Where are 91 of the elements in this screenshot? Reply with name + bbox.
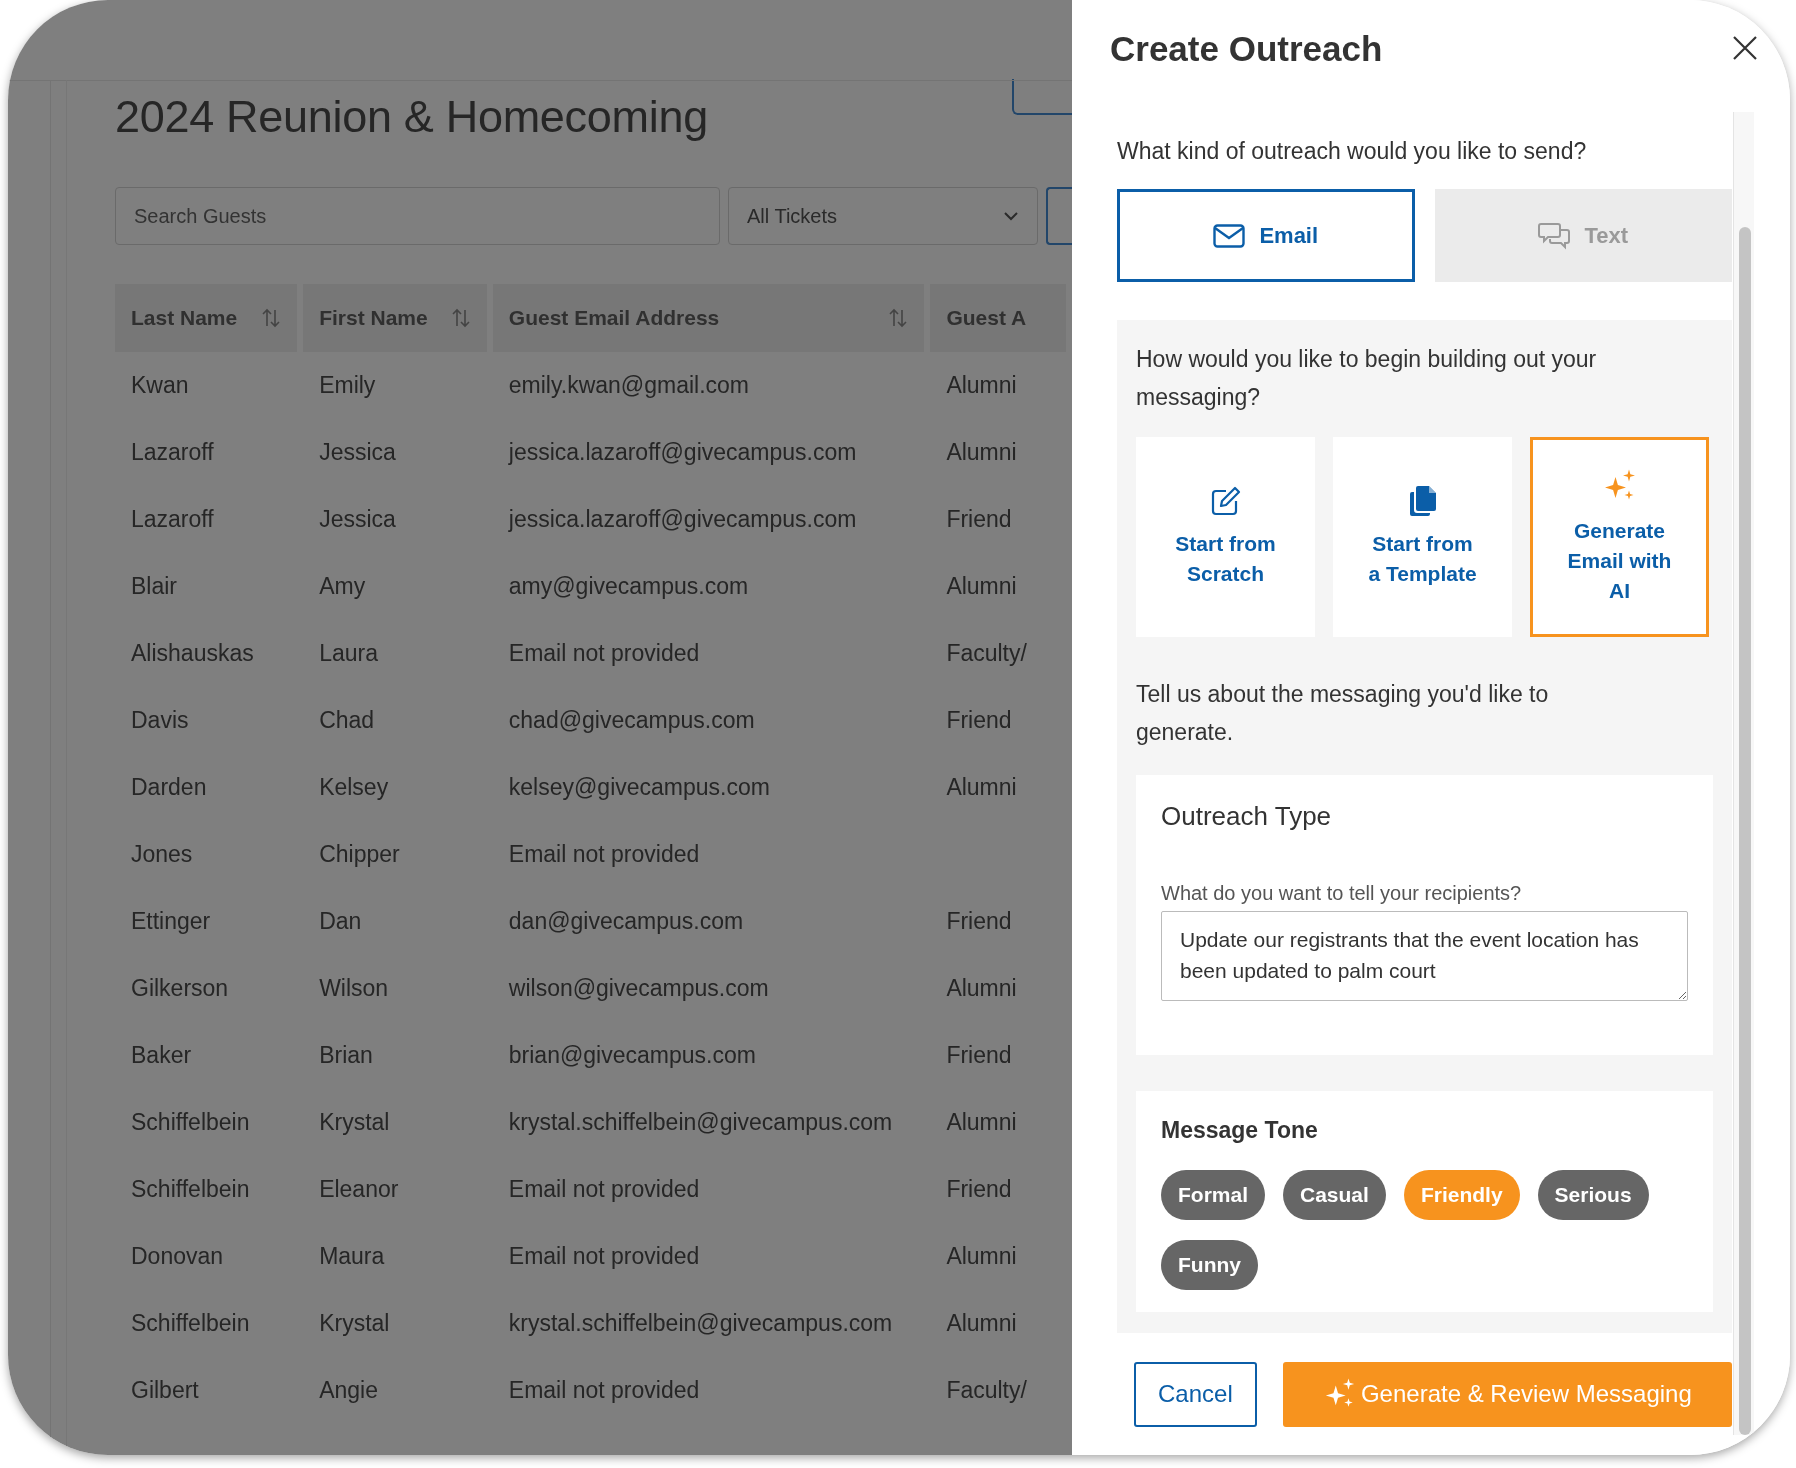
table-cell: Kelsey: [319, 774, 389, 800]
table-cell: Emily: [319, 372, 376, 398]
table-cell: Chipper: [319, 841, 400, 867]
pencil-square-icon: [1209, 485, 1242, 517]
documents-icon: [1408, 485, 1437, 517]
chat-bubbles-icon: [1538, 221, 1571, 250]
cancel-button[interactable]: Cancel: [1134, 1361, 1257, 1427]
table-cell: Chad: [319, 707, 375, 733]
panel-title: Create Outreach: [1110, 29, 1383, 69]
tone-chip[interactable]: Formal: [1161, 1170, 1265, 1220]
page-title: 2024 Reunion & Homecoming: [115, 91, 708, 143]
table-cell: jessica.lazaroff@givecampus.com: [508, 439, 857, 465]
column-header[interactable]: Guest Email Address: [508, 306, 720, 330]
table-cell: Darden: [131, 774, 207, 800]
table-cell: Maura: [319, 1243, 385, 1269]
table-cell: Friend: [946, 1176, 1012, 1202]
ticket-dropdown[interactable]: All Tickets: [728, 187, 1038, 245]
option-card[interactable]: Start from Scratch: [1136, 437, 1315, 637]
table-cell: Alumni: [946, 774, 1017, 800]
question-text: What kind of outreach would you like to send?: [1117, 137, 1588, 166]
table-cell: Amy: [319, 573, 366, 599]
table-cell: Friend: [946, 707, 1012, 733]
table-cell: Jessica: [319, 439, 396, 465]
scrollbar[interactable]: [1733, 112, 1754, 1435]
section-heading: Outreach Type: [1161, 801, 1333, 832]
table-cell: Faculty/: [946, 1377, 1027, 1403]
table-cell: Ettinger: [131, 908, 211, 934]
table-cell: Dan: [319, 908, 362, 934]
table-cell: Alumni: [946, 439, 1017, 465]
table-cell: Email not provided: [508, 1176, 700, 1202]
close-icon: [1732, 35, 1758, 61]
table-cell: Gilbert: [131, 1377, 199, 1403]
table-cell: Eleanor: [319, 1176, 399, 1202]
section-heading: Message Tone: [1161, 1117, 1319, 1144]
table-cell: Friend: [946, 1042, 1012, 1068]
table-cell: Lazaroff: [131, 506, 214, 532]
prompt-text: Tell us about the messaging you'd like to generate.: [1136, 680, 1550, 747]
table-cell: Wilson: [319, 975, 389, 1001]
table-cell: Gilkerson: [131, 975, 229, 1001]
table-cell: chad@givecampus.com: [508, 707, 755, 733]
table-cell: Krystal: [319, 1109, 390, 1135]
table-cell: Alumni: [946, 1109, 1017, 1135]
question-text: How would you like to begin building out your messaging?: [1136, 345, 1598, 412]
table-cell: Jessica: [319, 506, 396, 532]
tone-chip[interactable]: Serious: [1537, 1170, 1649, 1220]
chevron-down-icon: [1003, 211, 1019, 221]
table-cell: Donovan: [131, 1243, 224, 1269]
table-cell: Email not provided: [508, 640, 700, 666]
table-cell: dan@givecampus.com: [508, 908, 744, 934]
table-cell: Krystal: [319, 1310, 390, 1336]
table-cell: krystal.schiffelbein@givecampus.com: [508, 1310, 893, 1336]
table-cell: Friend: [946, 908, 1012, 934]
table-cell: emily.kwan@gmail.com: [508, 372, 749, 398]
envelope-icon: [1213, 223, 1246, 248]
table-cell: Schiffelbein: [131, 1109, 250, 1135]
table-cell: Email not provided: [508, 1377, 700, 1403]
table-cell: Alumni: [946, 1310, 1017, 1336]
table-cell: Alumni: [946, 975, 1017, 1001]
tone-chip[interactable]: Casual: [1283, 1170, 1386, 1220]
channel-tab[interactable]: Email: [1117, 189, 1415, 282]
option-card[interactable]: Start from a Template: [1333, 437, 1512, 637]
table-cell: Faculty/: [946, 640, 1027, 666]
search-field[interactable]: Search Guests: [115, 187, 720, 245]
table-cell: amy@givecampus.com: [508, 573, 749, 599]
table-cell: jessica.lazaroff@givecampus.com: [508, 506, 857, 532]
table-cell: Lazaroff: [131, 439, 214, 465]
table-cell: Jones: [131, 841, 193, 867]
field-label: What do you want to tell your recipients?: [1161, 882, 1523, 905]
table-cell: Schiffelbein: [131, 1310, 250, 1336]
table-cell: Friend: [946, 506, 1012, 532]
table-cell: Brian: [319, 1042, 373, 1068]
table-cell: Alumni: [946, 573, 1017, 599]
option-card[interactable]: Generate Email with AI: [1530, 437, 1709, 637]
table-cell: Alumni: [946, 372, 1017, 398]
table-cell: Kwan: [131, 372, 189, 398]
table-cell: kelsey@givecampus.com: [508, 774, 770, 800]
table-cell: Alishauskas: [131, 640, 254, 666]
table-cell: Blair: [131, 573, 177, 599]
table-cell: Angie: [319, 1377, 378, 1403]
table-cell: Email not provided: [508, 841, 700, 867]
table-cell: krystal.schiffelbein@givecampus.com: [508, 1109, 893, 1135]
table-cell: Baker: [131, 1042, 192, 1068]
message-field[interactable]: Update our registrants that the event location has been updated to palm court: [1161, 911, 1688, 1001]
table-cell: Alumni: [946, 1243, 1017, 1269]
table-cell: wilson@givecampus.com: [508, 975, 769, 1001]
table-cell: Email not provided: [508, 1243, 700, 1269]
table-cell: Laura: [319, 640, 378, 666]
tone-chip[interactable]: Funny: [1161, 1240, 1258, 1290]
table-cell: brian@givecampus.com: [508, 1042, 756, 1068]
table-cell: Davis: [131, 707, 189, 733]
table-cell: Schiffelbein: [131, 1176, 250, 1202]
